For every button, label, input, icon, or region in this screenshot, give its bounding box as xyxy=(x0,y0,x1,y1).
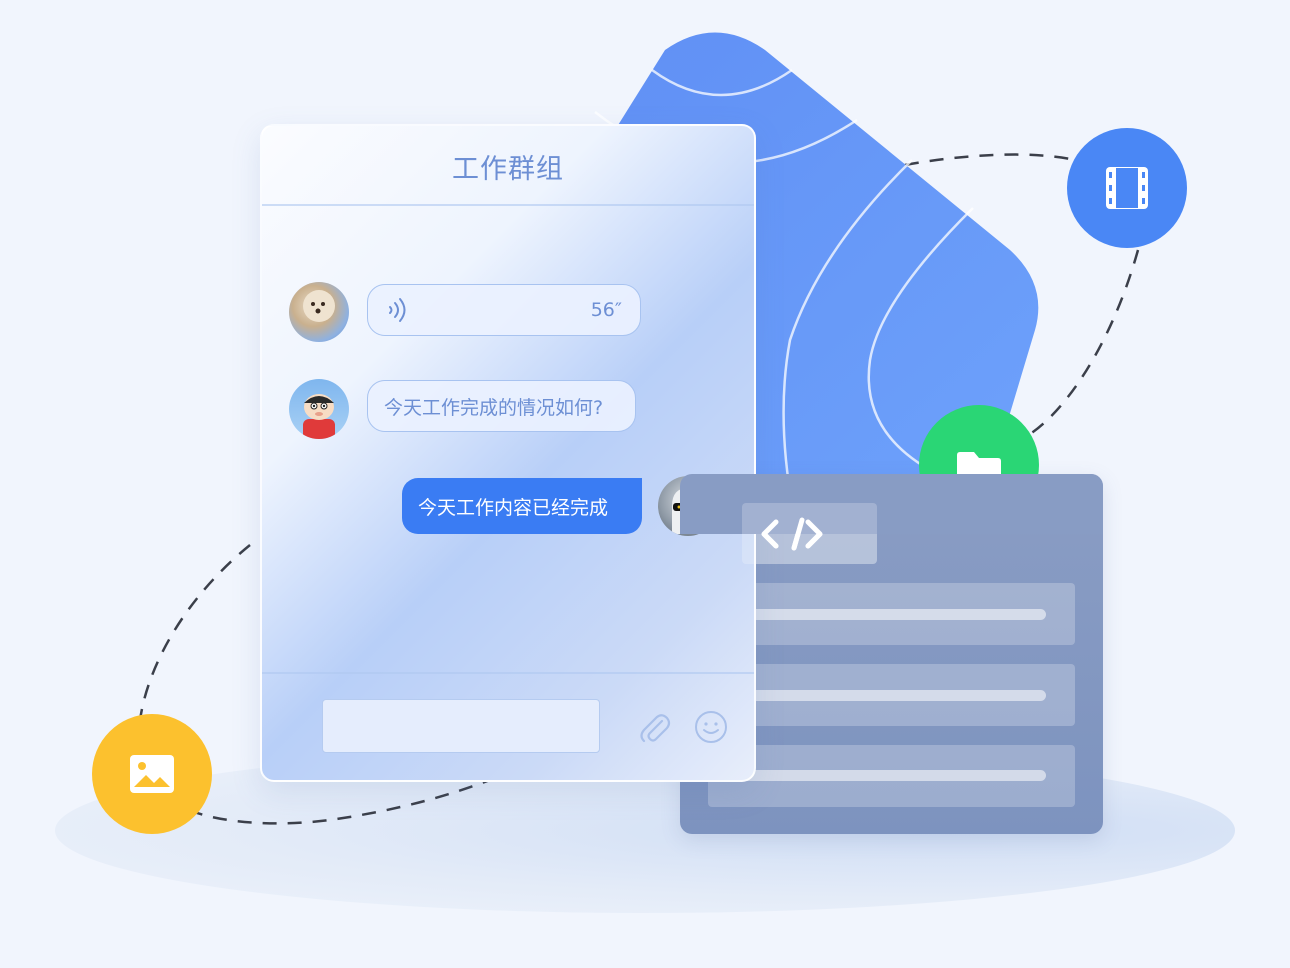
code-line xyxy=(740,690,1046,701)
attachment-icon[interactable] xyxy=(636,710,672,746)
header-divider xyxy=(262,204,754,206)
film-badge[interactable] xyxy=(1067,128,1187,248)
chat-title: 工作群组 xyxy=(452,153,564,185)
cartoon-avatar-icon xyxy=(303,394,335,439)
input-divider xyxy=(262,672,754,674)
film-icon xyxy=(1106,167,1148,209)
code-line xyxy=(740,770,1046,781)
voice-wave-icon xyxy=(389,298,406,322)
outgoing-message-bubble[interactable]: 今天工作内容已经完成 xyxy=(402,478,642,534)
code-icon xyxy=(761,517,823,551)
message-input[interactable] xyxy=(322,699,600,753)
emoji-icon[interactable] xyxy=(694,710,728,744)
image-badge[interactable] xyxy=(92,714,212,834)
message-bubble[interactable]: 今天工作完成的情况如何? xyxy=(367,380,636,432)
chat-window: 工作群组 56″ 今天工作完成的情况如何? 今天工作内容已经完成 xyxy=(260,124,756,782)
voice-message-bubble[interactable]: 56″ xyxy=(367,284,641,336)
avatar[interactable] xyxy=(289,379,349,439)
image-icon xyxy=(130,755,174,793)
avatar[interactable] xyxy=(289,282,349,342)
voice-duration: 56″ xyxy=(590,299,622,321)
code-line xyxy=(740,609,1046,620)
code-chip xyxy=(742,503,877,564)
dog-avatar-icon xyxy=(303,290,335,322)
